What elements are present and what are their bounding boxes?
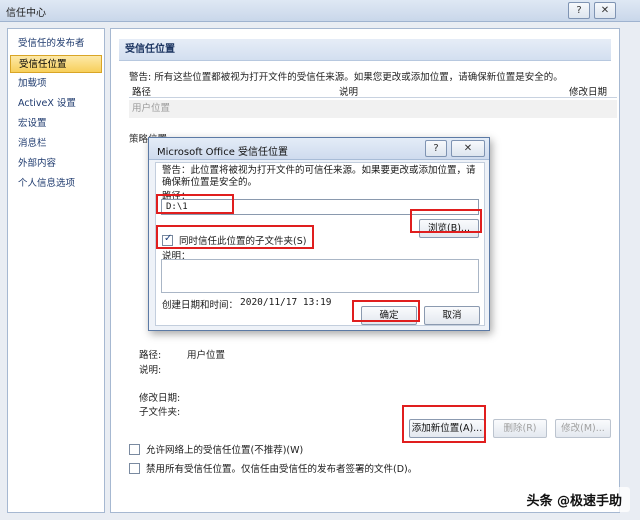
sidebar-item-external-content[interactable]: 外部内容 [8,155,104,173]
sidebar: 受信任的发布者 受信任位置 加载项 ActiveX 设置 宏设置 消息栏 外部内… [7,28,105,513]
detail-description-label: 说明: [139,365,162,376]
column-description[interactable]: 说明 [339,84,358,98]
remove-location-button[interactable]: 删除(R) [493,419,547,438]
dialog-title: Microsoft Office 受信任位置 [157,147,289,158]
user-locations-group: 用户位置 [129,100,617,118]
sidebar-item-addins[interactable]: 加载项 [8,75,104,93]
watermark: 头条 @极速手助 [518,487,630,512]
allow-network-option[interactable]: 允许网络上的受信任位置(不推荐)(W) [129,442,303,456]
sidebar-item-macro[interactable]: 宏设置 [8,115,104,133]
path-input[interactable]: D:\1 [161,199,479,215]
trusted-location-dialog: Microsoft Office 受信任位置 ? ✕ 警告：此位置将被视为打开文… [148,137,490,331]
cancel-button[interactable]: 取消 [424,306,480,325]
sidebar-item-trusted-locations[interactable]: 受信任位置 [10,55,102,73]
dialog-body: 警告：此位置将被视为打开文件的可信任来源。如果要更改或添加位置，请确保新位置是安… [155,162,485,326]
created-label: 创建日期和时间： [162,300,239,311]
browse-button[interactable]: 浏览(B)... [419,219,479,238]
sidebar-item-privacy[interactable]: 个人信息选项 [8,175,104,193]
checkmark-icon: ✓ [164,233,173,244]
subfolders-checkbox[interactable]: ✓ [162,233,173,246]
detail-path-label: 路径: [139,350,162,361]
help-button[interactable]: ? [568,2,590,19]
disable-all-label: 禁用所有受信任位置。仅信任由受信任的发布者签署的文件(D)。 [146,464,418,475]
disable-all-option[interactable]: 禁用所有受信任位置。仅信任由受信任的发布者签署的文件(D)。 [129,461,417,475]
sidebar-item-message-bar[interactable]: 消息栏 [8,135,104,153]
detail-path-value: 用户位置 [187,350,226,361]
add-location-button[interactable]: 添加新位置(A)... [409,419,485,438]
column-path[interactable]: 路径 [132,84,151,98]
sidebar-item-activex[interactable]: ActiveX 设置 [8,95,104,113]
disable-all-checkbox[interactable] [129,463,140,474]
detail-subfolders-label: 子文件夹: [139,407,181,418]
dialog-titlebar: Microsoft Office 受信任位置 ? ✕ [149,138,489,160]
subfolders-option[interactable]: ✓ 同时信任此位置的子文件夹(S) [162,233,306,247]
description-input[interactable] [161,259,479,293]
subfolders-label: 同时信任此位置的子文件夹(S) [179,236,307,247]
dialog-warning: 警告：此位置将被视为打开文件的可信任来源。如果要更改或添加位置，请确保新位置是安… [162,165,476,188]
window-title: 信任中心 [6,8,46,19]
close-icon[interactable]: ✕ [594,2,616,19]
ok-button[interactable]: 确定 [361,306,417,325]
detail-modified-label: 修改日期: [139,393,181,404]
window-titlebar: 信任中心 ? ✕ [0,0,640,22]
section-title: 受信任位置 [119,39,611,61]
table-header: 路径 说明 修改日期 [129,81,617,98]
allow-network-label: 允许网络上的受信任位置(不推荐)(W) [146,445,304,456]
column-modified[interactable]: 修改日期 [569,84,607,98]
allow-network-checkbox[interactable] [129,444,140,455]
sidebar-item-trusted-publishers[interactable]: 受信任的发布者 [8,35,104,53]
modify-location-button[interactable]: 修改(M)... [555,419,611,438]
dialog-close-icon[interactable]: ✕ [451,140,485,157]
dialog-help-button[interactable]: ? [425,140,447,157]
created-value: 2020/11/17 13:19 [240,297,332,308]
